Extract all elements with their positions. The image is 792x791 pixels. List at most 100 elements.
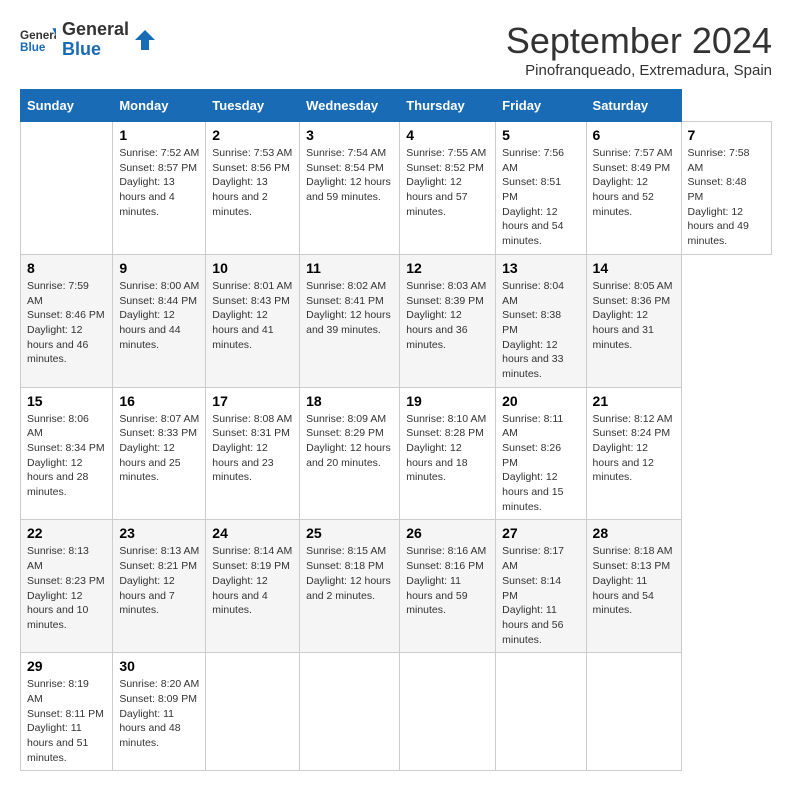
calendar-cell — [300, 653, 400, 771]
sunrise-text: Sunrise: 8:19 AM — [27, 678, 89, 705]
calendar-cell: 28Sunrise: 8:18 AMSunset: 8:13 PMDayligh… — [586, 520, 681, 653]
day-detail: Sunrise: 8:01 AMSunset: 8:43 PMDaylight:… — [212, 279, 293, 352]
calendar-cell: 9Sunrise: 8:00 AMSunset: 8:44 PMDaylight… — [113, 254, 206, 387]
daylight-text: Daylight: 13 hours and 2 minutes. — [212, 176, 267, 217]
day-detail: Sunrise: 8:06 AMSunset: 8:34 PMDaylight:… — [27, 412, 106, 500]
title-area: September 2024 Pinofranqueado, Extremadu… — [506, 20, 772, 79]
header-sunday: Sunday — [21, 90, 113, 122]
calendar-cell: 8Sunrise: 7:59 AMSunset: 8:46 PMDaylight… — [21, 254, 113, 387]
daylight-text: Daylight: 12 hours and 4 minutes. — [212, 575, 267, 616]
day-detail: Sunrise: 7:52 AMSunset: 8:57 PMDaylight:… — [119, 146, 199, 219]
header-monday: Monday — [113, 90, 206, 122]
daylight-text: Daylight: 12 hours and 12 minutes. — [593, 442, 654, 483]
sunrise-text: Sunrise: 8:02 AM — [306, 280, 386, 292]
day-detail: Sunrise: 8:02 AMSunset: 8:41 PMDaylight:… — [306, 279, 393, 338]
day-number: 18 — [306, 393, 393, 409]
sunset-text: Sunset: 8:28 PM — [406, 427, 484, 439]
daylight-text: Daylight: 11 hours and 54 minutes. — [593, 575, 654, 616]
day-number: 26 — [406, 525, 489, 541]
sunrise-text: Sunrise: 7:53 AM — [212, 147, 292, 159]
day-number: 4 — [406, 127, 489, 143]
daylight-text: Daylight: 12 hours and 39 minutes. — [306, 309, 391, 336]
day-number: 29 — [27, 658, 106, 674]
calendar-cell: 1 Sunrise: 7:52 AMSunset: 8:57 PMDaylight… — [113, 122, 206, 255]
calendar-cell: 2Sunrise: 7:53 AMSunset: 8:56 PMDaylight… — [206, 122, 300, 255]
sunrise-text: Sunrise: 8:13 AM — [27, 545, 89, 572]
sunset-text: Sunset: 8:39 PM — [406, 295, 484, 307]
daylight-text: Daylight: 12 hours and 25 minutes. — [119, 442, 180, 483]
header-wednesday: Wednesday — [300, 90, 400, 122]
daylight-text: Daylight: 12 hours and 33 minutes. — [502, 339, 563, 380]
sunset-text: Sunset: 8:13 PM — [593, 560, 671, 572]
day-number: 1 — [119, 127, 199, 143]
day-number: 10 — [212, 260, 293, 276]
day-detail: Sunrise: 7:58 AMSunset: 8:48 PMDaylight:… — [688, 146, 765, 249]
sunrise-text: Sunrise: 8:10 AM — [406, 413, 486, 425]
daylight-text: Daylight: 12 hours and 41 minutes. — [212, 309, 273, 350]
sunrise-text: Sunrise: 7:59 AM — [27, 280, 89, 307]
header-tuesday: Tuesday — [206, 90, 300, 122]
day-detail: Sunrise: 8:08 AMSunset: 8:31 PMDaylight:… — [212, 412, 293, 485]
sunset-text: Sunset: 8:44 PM — [119, 295, 197, 307]
day-detail: Sunrise: 8:05 AMSunset: 8:36 PMDaylight:… — [593, 279, 675, 352]
calendar-cell: 6Sunrise: 7:57 AMSunset: 8:49 PMDaylight… — [586, 122, 681, 255]
day-number: 27 — [502, 525, 579, 541]
daylight-text: Daylight: 12 hours and 15 minutes. — [502, 471, 563, 512]
sunrise-text: Sunrise: 8:01 AM — [212, 280, 292, 292]
sunrise-text: Sunrise: 8:17 AM — [502, 545, 564, 572]
daylight-text: Daylight: 12 hours and 10 minutes. — [27, 590, 88, 631]
header-thursday: Thursday — [400, 90, 496, 122]
day-number: 2 — [212, 127, 293, 143]
sunset-text: Sunset: 8:34 PM — [27, 442, 105, 454]
location-subtitle: Pinofranqueado, Extremadura, Spain — [506, 62, 772, 79]
logo-arrow-icon — [135, 30, 155, 50]
day-detail: Sunrise: 8:20 AMSunset: 8:09 PMDaylight:… — [119, 677, 199, 750]
logo-blue: Blue — [62, 40, 129, 60]
sunrise-text: Sunrise: 8:11 AM — [502, 413, 563, 440]
calendar-cell: 3Sunrise: 7:54 AMSunset: 8:54 PMDaylight… — [300, 122, 400, 255]
calendar-cell: 23Sunrise: 8:13 AMSunset: 8:21 PMDayligh… — [113, 520, 206, 653]
calendar-cell: 24Sunrise: 8:14 AMSunset: 8:19 PMDayligh… — [206, 520, 300, 653]
sunset-text: Sunset: 8:14 PM — [502, 575, 561, 602]
day-detail: Sunrise: 8:17 AMSunset: 8:14 PMDaylight:… — [502, 544, 579, 647]
daylight-text: Daylight: 13 hours and 4 minutes. — [119, 176, 174, 217]
month-title: September 2024 — [506, 20, 772, 62]
day-number: 22 — [27, 525, 106, 541]
day-detail: Sunrise: 8:14 AMSunset: 8:19 PMDaylight:… — [212, 544, 293, 617]
sunrise-text: Sunrise: 7:56 AM — [502, 147, 564, 174]
calendar-cell: 5Sunrise: 7:56 AMSunset: 8:51 PMDaylight… — [496, 122, 586, 255]
calendar-cell: 17Sunrise: 8:08 AMSunset: 8:31 PMDayligh… — [206, 387, 300, 520]
calendar-cell — [586, 653, 681, 771]
calendar-cell: 30Sunrise: 8:20 AMSunset: 8:09 PMDayligh… — [113, 653, 206, 771]
daylight-text: Daylight: 12 hours and 59 minutes. — [306, 176, 391, 203]
header-friday: Friday — [496, 90, 586, 122]
calendar-cell: 29Sunrise: 8:19 AMSunset: 8:11 PMDayligh… — [21, 653, 113, 771]
calendar-cell: 19Sunrise: 8:10 AMSunset: 8:28 PMDayligh… — [400, 387, 496, 520]
day-detail: Sunrise: 8:07 AMSunset: 8:33 PMDaylight:… — [119, 412, 199, 485]
calendar-week-4: 22Sunrise: 8:13 AMSunset: 8:23 PMDayligh… — [21, 520, 772, 653]
calendar-cell: 15Sunrise: 8:06 AMSunset: 8:34 PMDayligh… — [21, 387, 113, 520]
daylight-text: Daylight: 12 hours and 2 minutes. — [306, 575, 391, 602]
daylight-text: Daylight: 12 hours and 31 minutes. — [593, 309, 654, 350]
calendar-week-1: 1 Sunrise: 7:52 AMSunset: 8:57 PMDaylight… — [21, 122, 772, 255]
day-detail: Sunrise: 8:16 AMSunset: 8:16 PMDaylight:… — [406, 544, 489, 617]
day-number: 21 — [593, 393, 675, 409]
calendar-table: Sunday Monday Tuesday Wednesday Thursday… — [20, 89, 772, 771]
day-number: 12 — [406, 260, 489, 276]
sunrise-text: Sunrise: 8:18 AM — [593, 545, 673, 557]
sunset-text: Sunset: 8:31 PM — [212, 427, 290, 439]
day-detail: Sunrise: 8:03 AMSunset: 8:39 PMDaylight:… — [406, 279, 489, 352]
calendar-cell: 20Sunrise: 8:11 AMSunset: 8:26 PMDayligh… — [496, 387, 586, 520]
calendar-cell: 13Sunrise: 8:04 AMSunset: 8:38 PMDayligh… — [496, 254, 586, 387]
calendar-week-2: 8Sunrise: 7:59 AMSunset: 8:46 PMDaylight… — [21, 254, 772, 387]
daylight-text: Daylight: 12 hours and 52 minutes. — [593, 176, 654, 217]
sunset-text: Sunset: 8:49 PM — [593, 162, 671, 174]
day-detail: Sunrise: 7:59 AMSunset: 8:46 PMDaylight:… — [27, 279, 106, 367]
sunrise-text: Sunrise: 8:04 AM — [502, 280, 564, 307]
calendar-cell: 11Sunrise: 8:02 AMSunset: 8:41 PMDayligh… — [300, 254, 400, 387]
sunrise-text: Sunrise: 7:52 AM — [119, 147, 199, 159]
daylight-text: Daylight: 12 hours and 28 minutes. — [27, 457, 88, 498]
sunset-text: Sunset: 8:26 PM — [502, 442, 561, 469]
day-detail: Sunrise: 8:12 AMSunset: 8:24 PMDaylight:… — [593, 412, 675, 485]
logo-general: General — [62, 20, 129, 40]
